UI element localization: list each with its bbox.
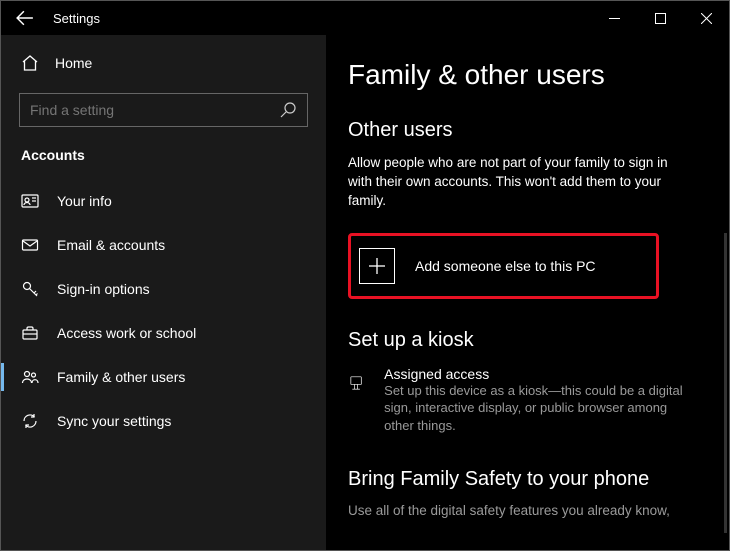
plus-icon: [368, 257, 386, 275]
minimize-icon: [609, 13, 620, 24]
sync-icon: [21, 412, 39, 430]
close-button[interactable]: [683, 1, 729, 35]
home-label: Home: [55, 55, 92, 71]
sidebar-item-family-other-users[interactable]: Family & other users: [1, 355, 326, 399]
search-input[interactable]: [30, 102, 279, 118]
category-header: Accounts: [1, 141, 326, 179]
maximize-button[interactable]: [637, 1, 683, 35]
sidebar-item-sync-settings[interactable]: Sync your settings: [1, 399, 326, 443]
assigned-access-button[interactable]: Assigned access Set up this device as a …: [348, 366, 698, 435]
titlebar: Settings: [1, 1, 729, 35]
people-icon: [21, 368, 39, 386]
minimize-button[interactable]: [591, 1, 637, 35]
other-users-heading: Other users: [348, 119, 701, 142]
assigned-access-description: Set up this device as a kiosk—this could…: [384, 382, 698, 435]
plus-box: [359, 248, 395, 284]
sidebar-item-email-accounts[interactable]: Email & accounts: [1, 223, 326, 267]
main-content: Family & other users Other users Allow p…: [326, 35, 729, 550]
back-button[interactable]: [1, 1, 49, 35]
add-someone-button[interactable]: Add someone else to this PC: [348, 233, 659, 299]
assigned-access-text: Assigned access Set up this device as a …: [384, 366, 698, 435]
home-icon: [21, 54, 39, 72]
other-users-description: Allow people who are not part of your fa…: [348, 154, 678, 211]
sidebar-item-label: Email & accounts: [57, 237, 165, 253]
sidebar-item-label: Sync your settings: [57, 413, 171, 429]
sidebar: Home Accounts Your info Email & accounts…: [1, 35, 326, 550]
scrollbar[interactable]: [724, 233, 727, 533]
sidebar-item-label: Family & other users: [57, 369, 185, 385]
sidebar-item-label: Access work or school: [57, 325, 196, 341]
home-button[interactable]: Home: [1, 43, 326, 83]
add-someone-label: Add someone else to this PC: [415, 258, 596, 274]
page-title: Family & other users: [348, 59, 701, 91]
key-icon: [21, 280, 39, 298]
close-icon: [701, 13, 712, 24]
sidebar-item-label: Sign-in options: [57, 281, 150, 297]
maximize-icon: [655, 13, 666, 24]
briefcase-icon: [21, 324, 39, 342]
kiosk-heading: Set up a kiosk: [348, 329, 701, 352]
family-safety-description: Use all of the digital safety features y…: [348, 503, 701, 518]
mail-icon: [21, 236, 39, 254]
window-title: Settings: [49, 11, 100, 26]
assigned-access-title: Assigned access: [384, 366, 698, 382]
search-icon: [279, 101, 297, 119]
sidebar-item-access-work-school[interactable]: Access work or school: [1, 311, 326, 355]
search-box[interactable]: [19, 93, 308, 127]
contact-card-icon: [21, 192, 39, 210]
sidebar-item-signin-options[interactable]: Sign-in options: [1, 267, 326, 311]
body: Home Accounts Your info Email & accounts…: [1, 35, 729, 550]
settings-window: Settings Home Accounts Your info: [0, 0, 730, 551]
sidebar-item-your-info[interactable]: Your info: [1, 179, 326, 223]
sidebar-item-label: Your info: [57, 193, 112, 209]
kiosk-icon: [348, 366, 364, 400]
arrow-left-icon: [16, 9, 34, 27]
family-safety-heading: Bring Family Safety to your phone: [348, 468, 701, 491]
